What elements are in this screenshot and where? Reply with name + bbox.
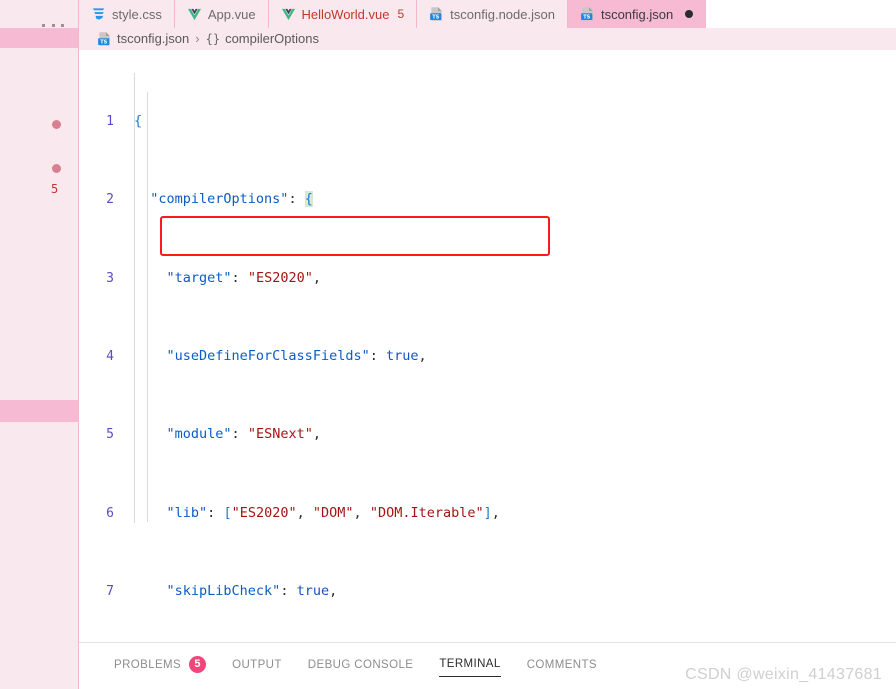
strip-highlight-band-1	[0, 28, 78, 48]
object-symbol-icon: {}	[205, 31, 221, 46]
line-content[interactable]: "target": "ES2020",	[121, 269, 321, 289]
panel-tab-label: PROBLEMS	[114, 658, 182, 671]
panel-tab-terminal[interactable]: TERMINAL	[439, 655, 501, 677]
problems-count-badge: 5	[189, 656, 207, 673]
code-line[interactable]: 3 "target": "ES2020",	[79, 269, 896, 289]
line-number: 3	[106, 270, 114, 286]
panel-tab-debug-console[interactable]: DEBUG CONSOLE	[308, 655, 414, 677]
svg-text:TS: TS	[100, 39, 107, 45]
line-number: 1	[106, 113, 114, 129]
panel-tab-comments[interactable]: COMMENTS	[527, 655, 597, 677]
code-editor[interactable]: 1{ 2 "compilerOptions": { 3 "target": "E…	[79, 50, 896, 642]
line-content[interactable]: {	[121, 112, 142, 132]
vue-file-icon	[187, 8, 201, 21]
editor-tab-helloworld-vue[interactable]: HelloWorld.vue 5	[268, 0, 418, 28]
tsconfig-file-icon: TS	[98, 31, 110, 46]
strip-problem-count: 5	[51, 182, 59, 196]
editor-column: style.css App.vue HelloWorld.vue 5 TS ts…	[79, 0, 896, 689]
tab-label: tsconfig.node.json	[450, 6, 555, 22]
strip-highlight-band-2	[0, 400, 78, 422]
panel-tab-output[interactable]: OUTPUT	[232, 655, 282, 677]
vscode-window: 5 style.css App.vue HelloWorld.vue 5 TS …	[0, 0, 896, 689]
code-line[interactable]: 6 "lib": ["ES2020", "DOM", "DOM.Iterable…	[79, 504, 896, 524]
tab-label: tsconfig.json	[600, 6, 674, 22]
svg-text:TS: TS	[432, 14, 439, 20]
code-line[interactable]: 4 "useDefineForClassFields": true,	[79, 347, 896, 367]
tsconfig-file-icon: TS	[430, 7, 442, 21]
line-content[interactable]: "module": "ESNext",	[121, 425, 321, 445]
line-number: 4	[106, 348, 114, 364]
panel-tab-problems[interactable]: PROBLEMS 5	[114, 655, 207, 677]
panel-tab-label: OUTPUT	[232, 658, 282, 671]
breadcrumb[interactable]: TS tsconfig.json › {} compilerOptions	[79, 28, 896, 50]
code-line[interactable]: 2 "compilerOptions": {	[79, 190, 896, 210]
breakpoint-dot-icon[interactable]	[52, 164, 61, 173]
breadcrumb-separator-icon: ›	[195, 31, 200, 46]
panel-tab-label: COMMENTS	[526, 658, 597, 671]
line-number: 2	[106, 192, 114, 208]
editor-tab-app-vue[interactable]: App.vue	[174, 0, 269, 28]
code-lines[interactable]: 1{ 2 "compilerOptions": { 3 "target": "E…	[79, 53, 896, 642]
breadcrumb-file[interactable]: tsconfig.json	[117, 31, 189, 46]
breadcrumb-symbol[interactable]: compilerOptions	[225, 31, 319, 46]
tab-error-badge: 5	[397, 7, 405, 21]
line-content[interactable]: "useDefineForClassFields": true,	[121, 347, 427, 367]
line-number: 7	[106, 584, 114, 600]
code-line[interactable]: 5 "module": "ESNext",	[79, 425, 896, 445]
editor-left-strip: 5	[0, 0, 79, 689]
line-content[interactable]: "lib": ["ES2020", "DOM", "DOM.Iterable"]…	[121, 504, 500, 524]
line-content[interactable]: "compilerOptions": {	[121, 190, 313, 210]
editor-tab-tsconfig-json[interactable]: TS tsconfig.json	[567, 0, 707, 28]
panel-tab-label: TERMINAL	[439, 658, 501, 670]
editor-tab-bar: style.css App.vue HelloWorld.vue 5 TS ts…	[79, 0, 896, 28]
bottom-panel-tabs: PROBLEMS 5 OUTPUT DEBUG CONSOLE TERMINAL…	[79, 642, 896, 689]
vue-file-icon	[281, 8, 295, 21]
line-number: 5	[106, 427, 114, 443]
editor-tab-style-css[interactable]: style.css	[79, 0, 175, 28]
tab-label: style.css	[112, 6, 162, 22]
tab-label: HelloWorld.vue	[301, 6, 390, 22]
svg-text:TS: TS	[583, 14, 590, 20]
editor-tab-tsconfig-node-json[interactable]: TS tsconfig.node.json	[417, 0, 568, 28]
tsconfig-file-icon: TS	[581, 7, 593, 21]
line-content[interactable]: "skipLibCheck": true,	[121, 582, 338, 602]
panel-tab-label: DEBUG CONSOLE	[307, 658, 414, 671]
line-number: 6	[106, 505, 114, 521]
tab-bar-empty-space	[706, 0, 896, 28]
code-line[interactable]: 7 "skipLibCheck": true,	[79, 582, 896, 602]
watermark: CSDN @weixin_41437681	[685, 666, 882, 683]
css-file-icon	[92, 8, 105, 20]
tab-label: App.vue	[207, 6, 256, 22]
breakpoint-dot-icon[interactable]	[52, 120, 61, 129]
unsaved-changes-dot-icon[interactable]	[685, 10, 694, 18]
code-line[interactable]: 1{	[79, 112, 896, 132]
